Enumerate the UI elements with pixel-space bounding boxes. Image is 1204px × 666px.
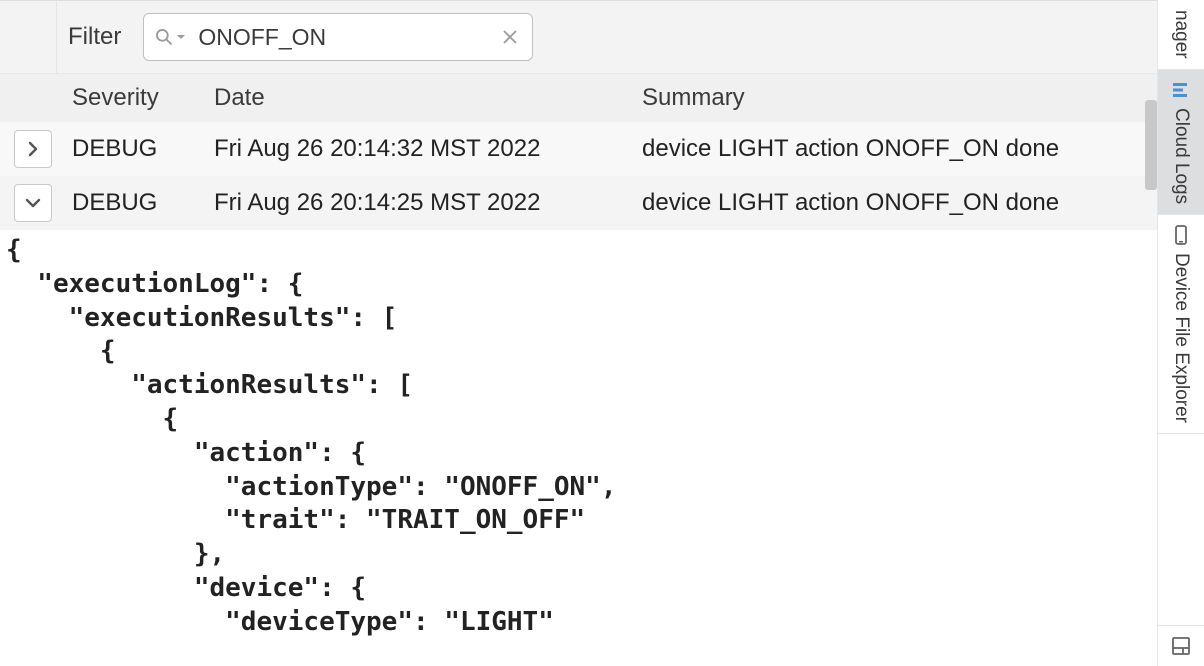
chevron-down-icon xyxy=(25,195,41,211)
filter-bar: Filter xyxy=(0,0,1157,74)
rail-tab-device-file-explorer[interactable]: Device File Explorer xyxy=(1158,215,1204,433)
right-tool-rail: nager Cloud Logs Device File Explorer xyxy=(1157,0,1204,666)
expand-toggle[interactable] xyxy=(14,184,52,222)
col-summary: Summary xyxy=(642,84,1157,112)
col-severity: Severity xyxy=(72,84,214,112)
rail-label: Cloud Logs xyxy=(1170,108,1192,204)
log-detail-json: { "executionLog": { "executionResults": … xyxy=(0,230,1157,666)
cell-severity: DEBUG xyxy=(72,189,214,217)
chevron-right-icon xyxy=(25,141,41,157)
clear-icon[interactable] xyxy=(498,25,522,49)
rail-label: nager xyxy=(1170,10,1192,59)
filter-search-box[interactable] xyxy=(143,13,533,61)
scrollbar-thumb[interactable] xyxy=(1145,100,1157,190)
log-row[interactable]: DEBUG Fri Aug 26 20:14:25 MST 2022 devic… xyxy=(0,176,1157,230)
expand-toggle[interactable] xyxy=(14,130,52,168)
cell-date: Fri Aug 26 20:14:25 MST 2022 xyxy=(214,189,642,217)
layout-icon xyxy=(1171,636,1191,656)
rail-tab-cloud-logs[interactable]: Cloud Logs xyxy=(1158,70,1204,214)
rail-label: Device File Explorer xyxy=(1170,253,1192,423)
device-icon xyxy=(1172,225,1190,245)
search-icon[interactable] xyxy=(154,27,186,47)
rail-tab-manager-partial[interactable]: nager xyxy=(1158,0,1204,69)
cell-severity: DEBUG xyxy=(72,135,214,163)
filter-label: Filter xyxy=(68,23,121,51)
log-table-header: Severity Date Summary xyxy=(0,74,1157,122)
panel-divider xyxy=(56,1,57,73)
filter-input[interactable] xyxy=(196,23,498,52)
cell-summary: device LIGHT action ONOFF_ON done xyxy=(642,135,1157,163)
cell-date: Fri Aug 26 20:14:32 MST 2022 xyxy=(214,135,642,163)
chevron-down-icon xyxy=(176,32,186,42)
col-date: Date xyxy=(214,84,642,112)
cell-summary: device LIGHT action ONOFF_ON done xyxy=(642,189,1157,217)
logs-icon xyxy=(1171,80,1191,100)
log-row[interactable]: DEBUG Fri Aug 26 20:14:32 MST 2022 devic… xyxy=(0,122,1157,176)
rail-tab-bottom[interactable] xyxy=(1158,626,1204,666)
